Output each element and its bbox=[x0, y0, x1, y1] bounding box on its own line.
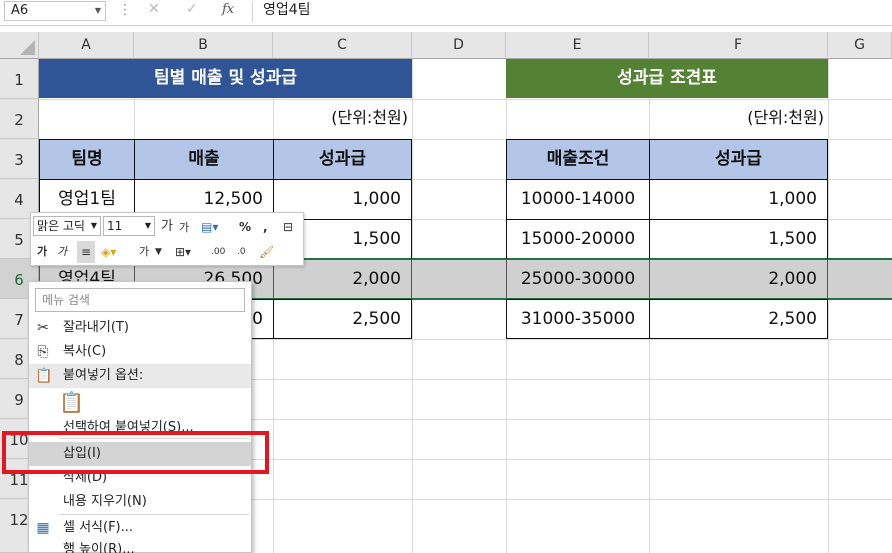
table2-cell[interactable]: 25000-30000 bbox=[506, 259, 650, 300]
menu-item-copy[interactable]: ⎘ 복사(C) bbox=[29, 340, 251, 364]
font-size-select[interactable]: 11 ▼ bbox=[103, 216, 155, 236]
cancel-icon[interactable]: ✕ bbox=[148, 1, 160, 17]
table2-cell[interactable]: 15000-20000 bbox=[506, 219, 650, 260]
menu-header-paste-options: 📋 붙여넣기 옵션: bbox=[29, 364, 251, 388]
table2-header-condition[interactable]: 매출조건 bbox=[506, 139, 650, 180]
gridline bbox=[828, 59, 829, 553]
insert-function-icon[interactable]: fx bbox=[222, 2, 234, 17]
font-name-value: 맑은 고딕 bbox=[37, 219, 85, 233]
row-header-3[interactable]: 3 bbox=[0, 139, 39, 179]
menu-item-clear-contents[interactable]: 내용 지우기(N) bbox=[29, 490, 251, 514]
table1-header-team[interactable]: 팀명 bbox=[39, 139, 135, 180]
font-color-icon[interactable]: 가 bbox=[139, 241, 149, 263]
table2-cell[interactable]: 10000-14000 bbox=[506, 179, 650, 220]
align-center-icon[interactable]: ≡ bbox=[77, 241, 95, 263]
enter-icon[interactable]: ✓ bbox=[186, 1, 198, 17]
select-all-button[interactable] bbox=[0, 32, 39, 59]
chevron-down-icon[interactable]: ▼ bbox=[155, 241, 162, 263]
menu-item-format-cells[interactable]: ▦ 셀 서식(F)... bbox=[29, 516, 251, 540]
grow-font-icon[interactable]: 가 bbox=[161, 216, 173, 238]
italic-icon[interactable]: 가 bbox=[57, 241, 67, 263]
menu-item-label: 붙여넣기 옵션: bbox=[63, 368, 144, 383]
table2-header-bonus[interactable]: 성과급 bbox=[649, 139, 828, 180]
column-header-f[interactable]: F bbox=[649, 32, 828, 59]
table1-header-bonus[interactable]: 성과급 bbox=[273, 139, 412, 180]
accounting-format-icon[interactable]: ▤▾ bbox=[201, 216, 218, 238]
table1-unit[interactable]: (단위:천원) bbox=[273, 99, 412, 139]
mini-toolbar: 맑은 고딕 ▼ 11 ▼ 가 가 ▤▾ % , ⊟ 가 가 ≡ ◈▾ 가 ▼ ⊞… bbox=[30, 212, 304, 266]
table2-cell[interactable]: 2,000 bbox=[649, 259, 828, 300]
table2-cell[interactable]: 2,500 bbox=[649, 299, 828, 339]
font-size-value: 11 bbox=[107, 219, 123, 233]
chevron-down-icon[interactable]: ▼ bbox=[95, 2, 101, 20]
menu-item-label: 내용 지우기(N) bbox=[63, 494, 147, 509]
column-header-a[interactable]: A bbox=[39, 32, 134, 59]
column-header-d[interactable]: D bbox=[412, 32, 506, 59]
gridline bbox=[412, 59, 413, 553]
format-painter-icon[interactable]: 🖌 bbox=[259, 241, 274, 263]
menu-item-label: 복사(C) bbox=[63, 344, 107, 359]
context-menu: 메뉴 검색 ✂ 잘라내기(T) ⎘ 복사(C) 📋 붙여넣기 옵션: 📋 선택하… bbox=[28, 281, 252, 553]
copy-icon: ⎘ bbox=[37, 344, 49, 360]
paste-option-icon[interactable]: 📋 bbox=[59, 390, 84, 416]
table2-unit[interactable]: (단위:천원) bbox=[649, 99, 828, 139]
menu-separator bbox=[59, 514, 249, 515]
bold-icon[interactable]: 가 bbox=[37, 241, 47, 263]
menu-item-label: 셀 서식(F)... bbox=[63, 520, 134, 535]
row-header-1[interactable]: 1 bbox=[0, 59, 39, 99]
table2-cell[interactable]: 1,000 bbox=[649, 179, 828, 220]
font-name-select[interactable]: 맑은 고딕 ▼ bbox=[33, 216, 101, 236]
column-header-g[interactable]: G bbox=[828, 32, 892, 59]
comma-style-icon[interactable]: , bbox=[263, 216, 268, 238]
merge-center-icon[interactable]: ⊟ bbox=[283, 216, 293, 238]
increase-decimal-icon[interactable]: .00 bbox=[211, 241, 225, 263]
highlight-box bbox=[2, 431, 269, 474]
column-header-c[interactable]: C bbox=[273, 32, 412, 59]
shrink-font-icon[interactable]: 가 bbox=[179, 217, 189, 239]
formula-bar: A6 ▼ ⋮ ✕ ✓ fx 영업4팀 bbox=[0, 0, 892, 26]
name-box-value: A6 bbox=[11, 3, 29, 18]
table2-cell[interactable]: 31000-35000 bbox=[506, 299, 650, 339]
table1-title[interactable]: 팀별 매출 및 성과급 bbox=[39, 59, 412, 98]
name-box[interactable]: A6 ▼ bbox=[4, 1, 106, 21]
menu-item-cut[interactable]: ✂ 잘라내기(T) bbox=[29, 316, 251, 340]
scissors-icon: ✂ bbox=[37, 320, 49, 336]
chevron-down-icon: ▼ bbox=[144, 221, 151, 230]
column-header-b[interactable]: B bbox=[134, 32, 273, 59]
decrease-decimal-icon[interactable]: .0 bbox=[237, 241, 246, 263]
menu-item-label: 잘라내기(T) bbox=[63, 320, 129, 335]
format-cells-icon: ▦ bbox=[36, 520, 50, 536]
table1-header-sales[interactable]: 매출 bbox=[134, 139, 274, 180]
formula-input[interactable]: 영업4팀 bbox=[252, 1, 892, 22]
paste-icon: 📋 bbox=[35, 368, 53, 384]
fill-color-icon[interactable]: ◈▾ bbox=[101, 241, 116, 263]
table1-cell[interactable]: 2,500 bbox=[273, 299, 412, 339]
menu-item-row-height[interactable]: 행 높이(R)... bbox=[29, 538, 251, 553]
more-icon: ⋮ bbox=[118, 2, 132, 18]
menu-search-input[interactable]: 메뉴 검색 bbox=[35, 288, 245, 312]
percent-style-icon[interactable]: % bbox=[239, 216, 251, 238]
borders-icon[interactable]: ⊞▾ bbox=[175, 241, 191, 263]
row-header-2[interactable]: 2 bbox=[0, 99, 39, 139]
table2-cell[interactable]: 1,500 bbox=[649, 219, 828, 260]
table2-title[interactable]: 성과급 조견표 bbox=[506, 59, 828, 98]
column-header-e[interactable]: E bbox=[506, 32, 649, 59]
chevron-down-icon: ▼ bbox=[90, 221, 97, 230]
menu-item-label: 행 높이(R)... bbox=[63, 542, 135, 553]
